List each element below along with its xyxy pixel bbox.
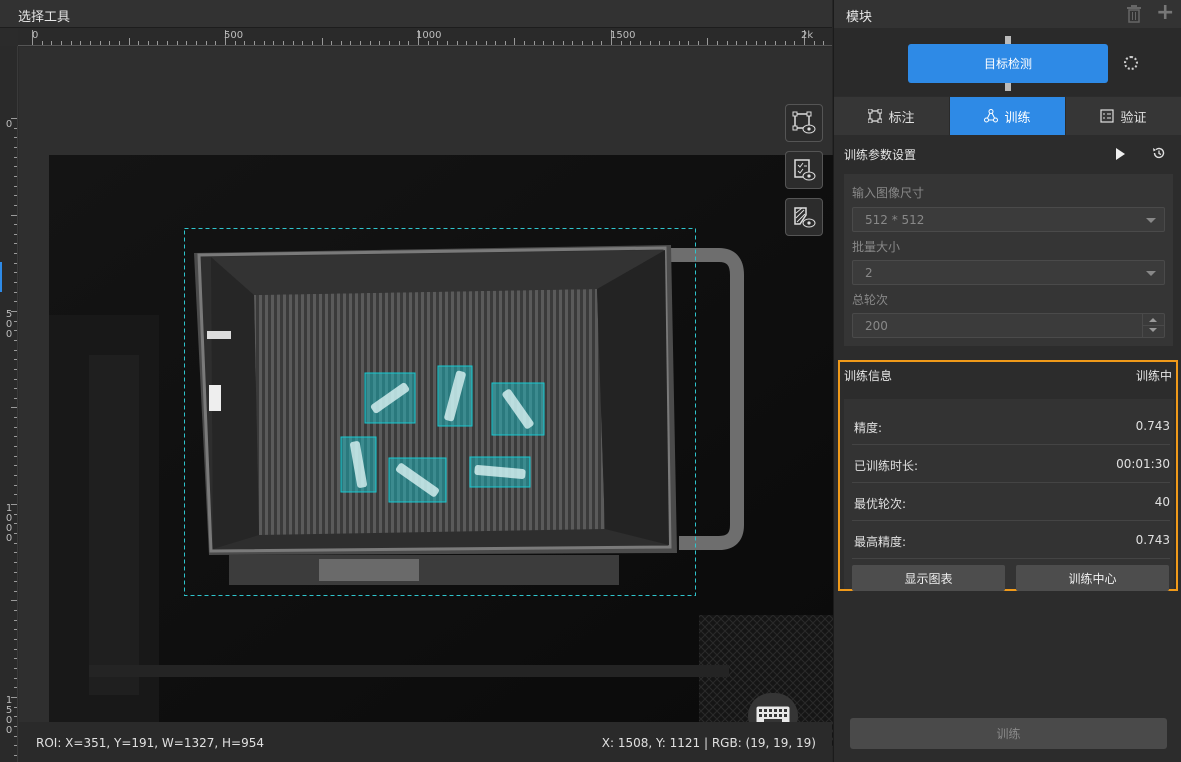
viewer-title: 选择工具 [18,10,71,25]
image-canvas[interactable] [19,47,838,747]
input-size-value: 512 * 512 [865,213,925,227]
training-params-header: 训练参数设置 [834,136,1181,172]
training-params-title: 训练参数设置 [844,148,917,162]
training-params-form: 输入图像尺寸 512 * 512 批量大小 2 总轮次 200 [844,174,1173,346]
mask-view-button[interactable] [785,198,823,236]
stepper-up-icon[interactable] [1149,318,1157,322]
module-tabs: 标注 训练 验证 [834,97,1181,135]
detection-box[interactable] [491,382,545,436]
training-info-table: 精度: 0.743 已训练时长: 00:01:30 最优轮次: 40 最高精度:… [844,399,1174,591]
info-row-label: 最高精度: [854,535,907,549]
play-icon[interactable] [1116,148,1125,160]
horizontal-ruler: 0 500 1000 1500 2k [18,28,832,46]
image-viewer-panel: 选择工具 0 500 1000 1500 2k 0 5 0 0 1 0 0 0 [0,0,838,762]
input-size-select[interactable]: 512 * 512 [852,207,1165,232]
ruler-label: 1500 [610,30,636,41]
label-view-button[interactable] [785,151,823,189]
module-header: 模块 + [834,0,1181,28]
mask-eye-icon [794,207,816,228]
connector-top [1005,36,1011,44]
epochs-label: 总轮次 [852,293,889,307]
ruler-label: 0 [32,30,39,41]
batch-size-select[interactable]: 2 [852,260,1165,285]
viewer-header: 选择工具 [0,0,832,28]
info-row-value: 0.743 [1135,533,1170,547]
checklist-eye-icon [794,159,816,181]
ruler-label: 1 0 0 0 [5,503,13,544]
epochs-stepper[interactable]: 200 [852,313,1165,338]
show-chart-button[interactable]: 显示图表 [852,565,1005,591]
training-info-panel: 训练信息 训练中 精度: 0.743 已训练时长: 00:01:30 最优轮次:… [838,360,1178,591]
batch-size-value: 2 [865,266,873,280]
roi-eye-icon [792,111,816,134]
input-size-label: 输入图像尺寸 [852,186,925,200]
ruler-label: 500 [224,30,244,41]
info-row-value: 00:01:30 [1116,457,1170,471]
info-row: 最优轮次: 40 [852,483,1170,521]
training-center-button[interactable]: 训练中心 [1016,565,1169,591]
vertical-ruler: 0 5 0 0 1 0 0 0 1 5 0 0 [0,46,18,762]
detection-box[interactable] [388,457,447,503]
detection-box[interactable] [469,456,531,488]
info-row-label: 已训练时长: [854,459,919,473]
module-panel: 模块 + 目标检测 标注 训练 验证 训练参数设置 输入图像尺寸 512 * 5… [833,0,1181,762]
roi-readout: ROI: X=351, Y=191, W=1327, H=954 [36,736,264,750]
info-row-label: 最优轮次: [854,497,907,511]
detection-box[interactable] [437,365,473,427]
tab-train-label: 训练 [1004,110,1031,126]
connector-bottom [1005,83,1011,91]
info-row-value: 0.743 [1135,419,1170,433]
camera-image [49,155,838,747]
chevron-down-icon [1146,271,1156,276]
module-panel-title: 模块 [846,10,873,25]
roi-view-button[interactable] [785,104,823,142]
training-info-title: 训练信息 [844,369,893,383]
tab-annotate-label: 标注 [888,110,915,126]
info-row: 已训练时长: 00:01:30 [852,445,1170,483]
ruler-label: 1000 [416,30,442,41]
detection-box[interactable] [364,372,416,424]
training-status: 训练中 [1135,369,1172,383]
module-object-detection[interactable]: 目标检测 [908,44,1108,83]
info-row-label: 精度: [854,421,883,435]
batch-size-label: 批量大小 [852,240,901,254]
annotate-icon [868,109,883,123]
trash-icon[interactable] [1126,5,1142,23]
ruler-label: 2k [801,30,814,41]
ruler-label: 5 0 0 [5,309,13,340]
tab-train[interactable]: 训练 [950,97,1066,135]
tab-validate[interactable]: 验证 [1066,97,1181,135]
validate-icon [1100,109,1115,123]
tab-annotate[interactable]: 标注 [834,97,950,135]
loading-spinner-icon [1124,56,1138,70]
chevron-down-icon [1146,218,1156,223]
detection-box[interactable] [340,436,377,493]
ruler-label: 0 [5,119,13,130]
stepper-arrows[interactable] [1142,314,1165,337]
tab-validate-label: 验证 [1120,110,1147,126]
info-row-value: 40 [1154,495,1170,509]
history-icon[interactable] [1152,146,1166,160]
pixel-readout: X: 1508, Y: 1121 | RGB: (19, 19, 19) [601,736,816,750]
epochs-value: 200 [865,319,888,333]
ruler-label: 1 5 0 0 [5,695,13,736]
annotation-overlay [184,228,696,596]
train-button[interactable]: 训练 [850,718,1167,749]
stepper-down-icon[interactable] [1149,328,1157,332]
info-row: 精度: 0.743 [852,407,1170,445]
module-flow: 目标检测 [834,28,1181,96]
info-row: 最高精度: 0.743 [852,521,1170,559]
train-icon [984,109,999,123]
status-bar: ROI: X=351, Y=191, W=1327, H=954 X: 1508… [19,722,832,762]
add-module-icon[interactable]: + [1156,2,1174,24]
